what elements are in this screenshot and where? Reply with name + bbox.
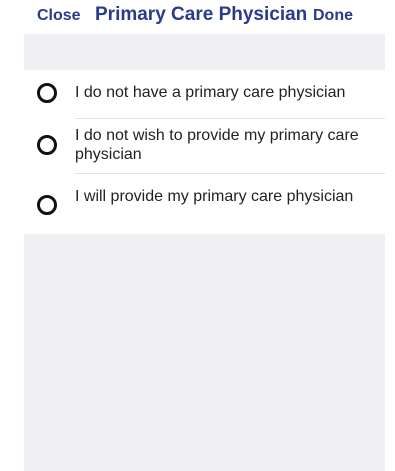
radio-unselected-icon[interactable] [37, 135, 57, 155]
page-title: Primary Care Physician [95, 4, 308, 25]
navigation-bar: Close Primary Care Physician Done [0, 0, 395, 34]
option-label: I do not wish to provide my primary care… [75, 127, 359, 163]
option-will-provide[interactable]: I will provide my primary care physician [24, 173, 385, 234]
done-button[interactable]: Done [313, 7, 353, 25]
empty-section-background [24, 234, 385, 471]
close-button[interactable]: Close [37, 7, 81, 25]
section-header-spacer [24, 34, 385, 70]
option-do-not-wish-to-provide[interactable]: I do not wish to provide my primary care… [24, 118, 385, 173]
option-label: I will provide my primary care physician [75, 188, 354, 205]
option-no-physician[interactable]: I do not have a primary care physician [24, 70, 385, 118]
option-label: I do not have a primary care physician [75, 84, 346, 101]
physician-options-list: I do not have a primary care physician I… [24, 70, 385, 234]
primary-care-physician-screen: Close Primary Care Physician Done I do n… [0, 0, 395, 471]
radio-unselected-icon[interactable] [37, 195, 57, 215]
radio-unselected-icon[interactable] [37, 83, 57, 103]
